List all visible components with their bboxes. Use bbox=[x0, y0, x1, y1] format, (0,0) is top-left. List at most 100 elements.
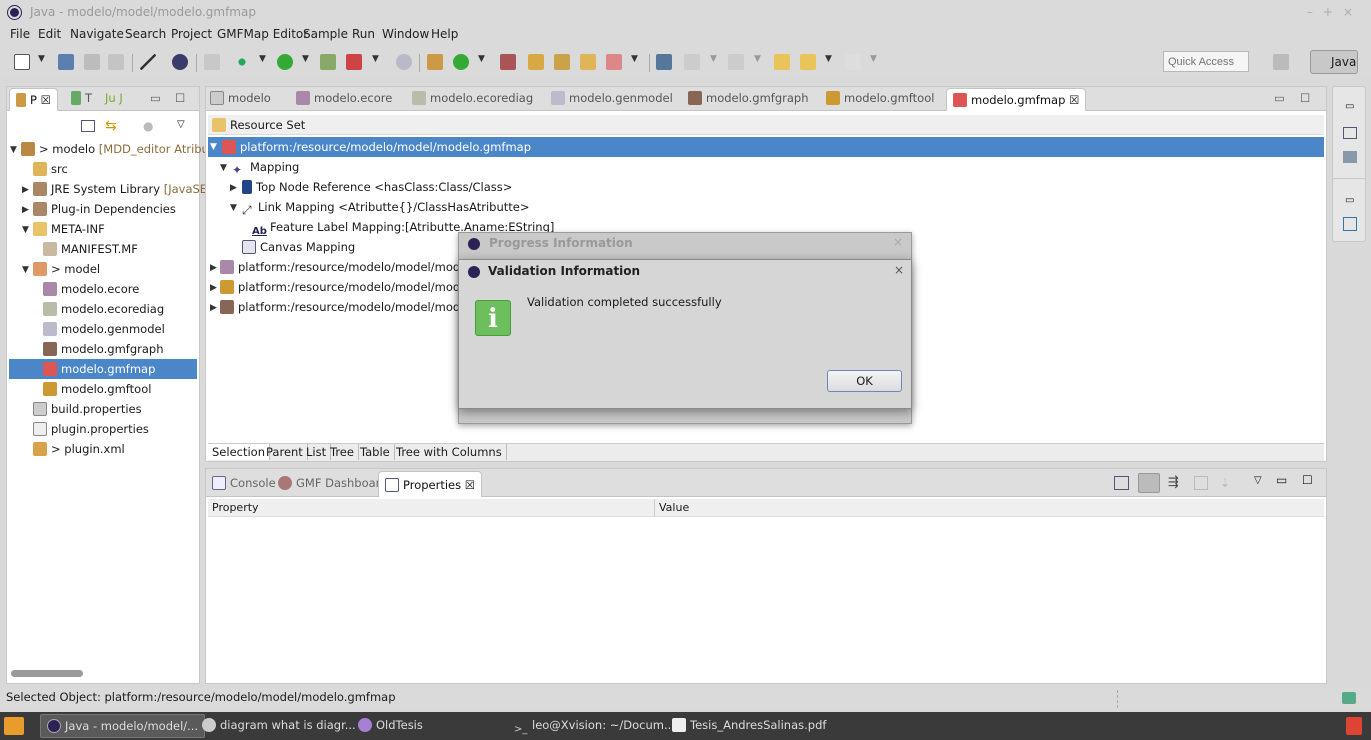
next-annotation-icon[interactable] bbox=[656, 54, 672, 70]
run-icon[interactable] bbox=[277, 54, 293, 70]
tab-modelo-ecorediag[interactable]: modelo.ecorediag bbox=[412, 91, 533, 105]
list-item[interactable]: modelo.gmftool bbox=[43, 379, 151, 399]
print-icon[interactable] bbox=[108, 54, 124, 70]
list-item[interactable]: META-INF bbox=[33, 219, 105, 239]
view-menu-icon[interactable]: ▽ bbox=[1254, 475, 1262, 486]
close-icon[interactable]: ☒ bbox=[41, 93, 51, 107]
view-menu-icon[interactable]: ▽ bbox=[177, 119, 185, 130]
menu-window[interactable]: Window bbox=[382, 27, 429, 41]
tab-tree-with-columns[interactable]: Tree with Columns bbox=[392, 444, 507, 460]
menu-icon[interactable] bbox=[4, 717, 24, 735]
chevron-down-icon[interactable]: ▼ bbox=[631, 54, 638, 64]
trash-icon[interactable] bbox=[1346, 717, 1362, 735]
close-icon[interactable]: ☒ bbox=[1069, 93, 1079, 107]
tab-gmf-dashboard[interactable]: GMF Dashboard bbox=[278, 476, 388, 490]
expanded-icon[interactable]: ▼ bbox=[22, 265, 29, 275]
close-button[interactable]: × bbox=[1343, 5, 1363, 19]
save-icon[interactable] bbox=[58, 54, 74, 70]
tab-modelo-gmfgraph[interactable]: modelo.gmfgraph bbox=[688, 91, 809, 105]
tree-row[interactable]: Canvas Mapping bbox=[242, 237, 355, 257]
tab-console[interactable]: Console bbox=[212, 476, 276, 490]
minimize-icon[interactable]: ▭ bbox=[1276, 473, 1287, 487]
collapsed-icon[interactable]: ▶ bbox=[22, 185, 29, 195]
close-icon[interactable]: ☒ bbox=[465, 478, 475, 492]
tab-properties[interactable]: Properties ☒ bbox=[378, 471, 483, 497]
task-pdf[interactable]: Tesis_AndresSalinas.pdf bbox=[672, 718, 826, 732]
list-item[interactable]: MANIFEST.MF bbox=[43, 239, 138, 259]
ok-button[interactable]: OK bbox=[827, 370, 902, 392]
task-browser[interactable]: diagram what is diagr... bbox=[202, 718, 356, 732]
menu-gmfmap-editor[interactable]: GMFMap Editor bbox=[217, 27, 308, 41]
tab-modelo[interactable]: modelo bbox=[210, 91, 271, 105]
quick-access-input[interactable] bbox=[1163, 51, 1249, 72]
restore-icon[interactable]: ▭ bbox=[1345, 195, 1354, 206]
coverage-icon[interactable] bbox=[346, 54, 362, 70]
chevron-down-icon[interactable]: ▼ bbox=[302, 54, 309, 64]
list-item[interactable]: JRE System Library [JavaSE-1.7 bbox=[33, 179, 230, 199]
chevron-down-icon[interactable]: ▼ bbox=[825, 54, 832, 64]
expanded-icon[interactable]: ▼ bbox=[220, 163, 227, 173]
skip-breakpoints-icon[interactable] bbox=[140, 54, 156, 70]
expanded-icon[interactable]: ▼ bbox=[22, 225, 29, 235]
chevron-down-icon[interactable]: ▼ bbox=[372, 54, 379, 64]
tree-row-selected[interactable]: ▼ platform:/resource/modelo/model/modelo.… bbox=[208, 137, 1324, 157]
new-package-icon[interactable] bbox=[427, 54, 443, 70]
open-type-icon[interactable] bbox=[528, 54, 544, 70]
tab-junit[interactable]: Ju J bbox=[105, 91, 123, 105]
horizontal-scrollbar[interactable] bbox=[11, 670, 83, 677]
expanded-icon[interactable]: ▼ bbox=[230, 203, 237, 213]
back-arrow-icon[interactable] bbox=[800, 54, 816, 70]
list-item[interactable]: build.properties bbox=[33, 399, 142, 419]
annotation-icon[interactable] bbox=[606, 54, 622, 70]
menu-file[interactable]: File bbox=[10, 27, 30, 41]
tree-row[interactable]: ⤢ Link Mapping <Atributte{}/ClassHasAtrib… bbox=[242, 197, 530, 217]
folder-icon[interactable] bbox=[580, 54, 596, 70]
list-item[interactable]: modelo.ecorediag bbox=[43, 299, 164, 319]
menu-navigate[interactable]: Navigate bbox=[70, 27, 124, 41]
close-icon[interactable]: × bbox=[893, 235, 903, 249]
list-item[interactable]: Plug-in Dependencies bbox=[33, 199, 176, 219]
collapsed-icon[interactable]: ▶ bbox=[210, 303, 217, 313]
list-item[interactable]: src bbox=[33, 159, 68, 179]
java-perspective-button[interactable]: Java bbox=[1310, 50, 1358, 74]
tab-tree[interactable]: Tree bbox=[326, 444, 359, 460]
tab-parent[interactable]: Parent bbox=[262, 444, 308, 460]
minimize-icon[interactable]: ▭ bbox=[150, 91, 161, 105]
list-item[interactable]: plugin.properties bbox=[33, 419, 149, 439]
tree-row[interactable]: platform:/resource/modelo/model/modelo.e… bbox=[220, 257, 494, 277]
progress-view-icon[interactable] bbox=[1342, 692, 1356, 704]
globe-icon[interactable] bbox=[396, 54, 412, 70]
tab-modelo-gmfmap[interactable]: modelo.gmfmap ☒ bbox=[946, 88, 1087, 111]
list-item[interactable]: > model bbox=[33, 259, 100, 279]
expanded-icon[interactable]: ▼ bbox=[210, 137, 217, 157]
tab-modelo-gmftool[interactable]: modelo.gmftool bbox=[826, 91, 934, 105]
tab-modelo-ecore[interactable]: modelo.ecore bbox=[296, 91, 392, 105]
open-task-icon[interactable] bbox=[554, 54, 570, 70]
tab-selection[interactable]: Selection bbox=[208, 444, 270, 460]
tab-package-explorer[interactable]: P ☒ bbox=[9, 88, 58, 111]
collapsed-icon[interactable]: ▶ bbox=[210, 283, 217, 293]
save-all-icon[interactable] bbox=[84, 54, 100, 70]
minimize-icon[interactable]: ▭ bbox=[1274, 91, 1285, 105]
menu-run[interactable]: Run bbox=[352, 27, 375, 41]
task-list-icon[interactable] bbox=[1343, 151, 1357, 163]
gear-icon[interactable] bbox=[234, 54, 250, 70]
new-class-icon[interactable] bbox=[453, 54, 469, 70]
tab-type-hierarchy[interactable]: T bbox=[71, 91, 92, 105]
collapsed-icon[interactable]: ▶ bbox=[230, 183, 237, 193]
list-item[interactable]: modelo.genmodel bbox=[43, 319, 165, 339]
list-item[interactable]: modelo.ecore bbox=[43, 279, 139, 299]
tree-row[interactable]: Top Node Reference <hasClass:Class/Class… bbox=[242, 177, 512, 197]
tree-row[interactable]: platform:/resource/modelo/model/modelo.g bbox=[220, 297, 488, 317]
tree-row[interactable]: platform:/resource/modelo/model/modelo.g bbox=[220, 277, 488, 297]
collapse-all-icon[interactable] bbox=[81, 120, 95, 132]
chevron-down-icon[interactable]: ▼ bbox=[38, 54, 45, 64]
outline-view-icon[interactable] bbox=[1343, 127, 1357, 139]
menu-search[interactable]: Search bbox=[125, 27, 166, 41]
maximize-icon[interactable]: ☐ bbox=[1300, 91, 1310, 105]
task-eclipse[interactable]: Java - modelo/model/... bbox=[40, 714, 206, 738]
link-editor-icon[interactable]: ⇆ bbox=[105, 118, 117, 134]
debug-icon[interactable] bbox=[172, 54, 188, 70]
minimize-button[interactable]: – bbox=[1307, 5, 1323, 19]
value-column-header[interactable]: Value bbox=[654, 499, 693, 517]
